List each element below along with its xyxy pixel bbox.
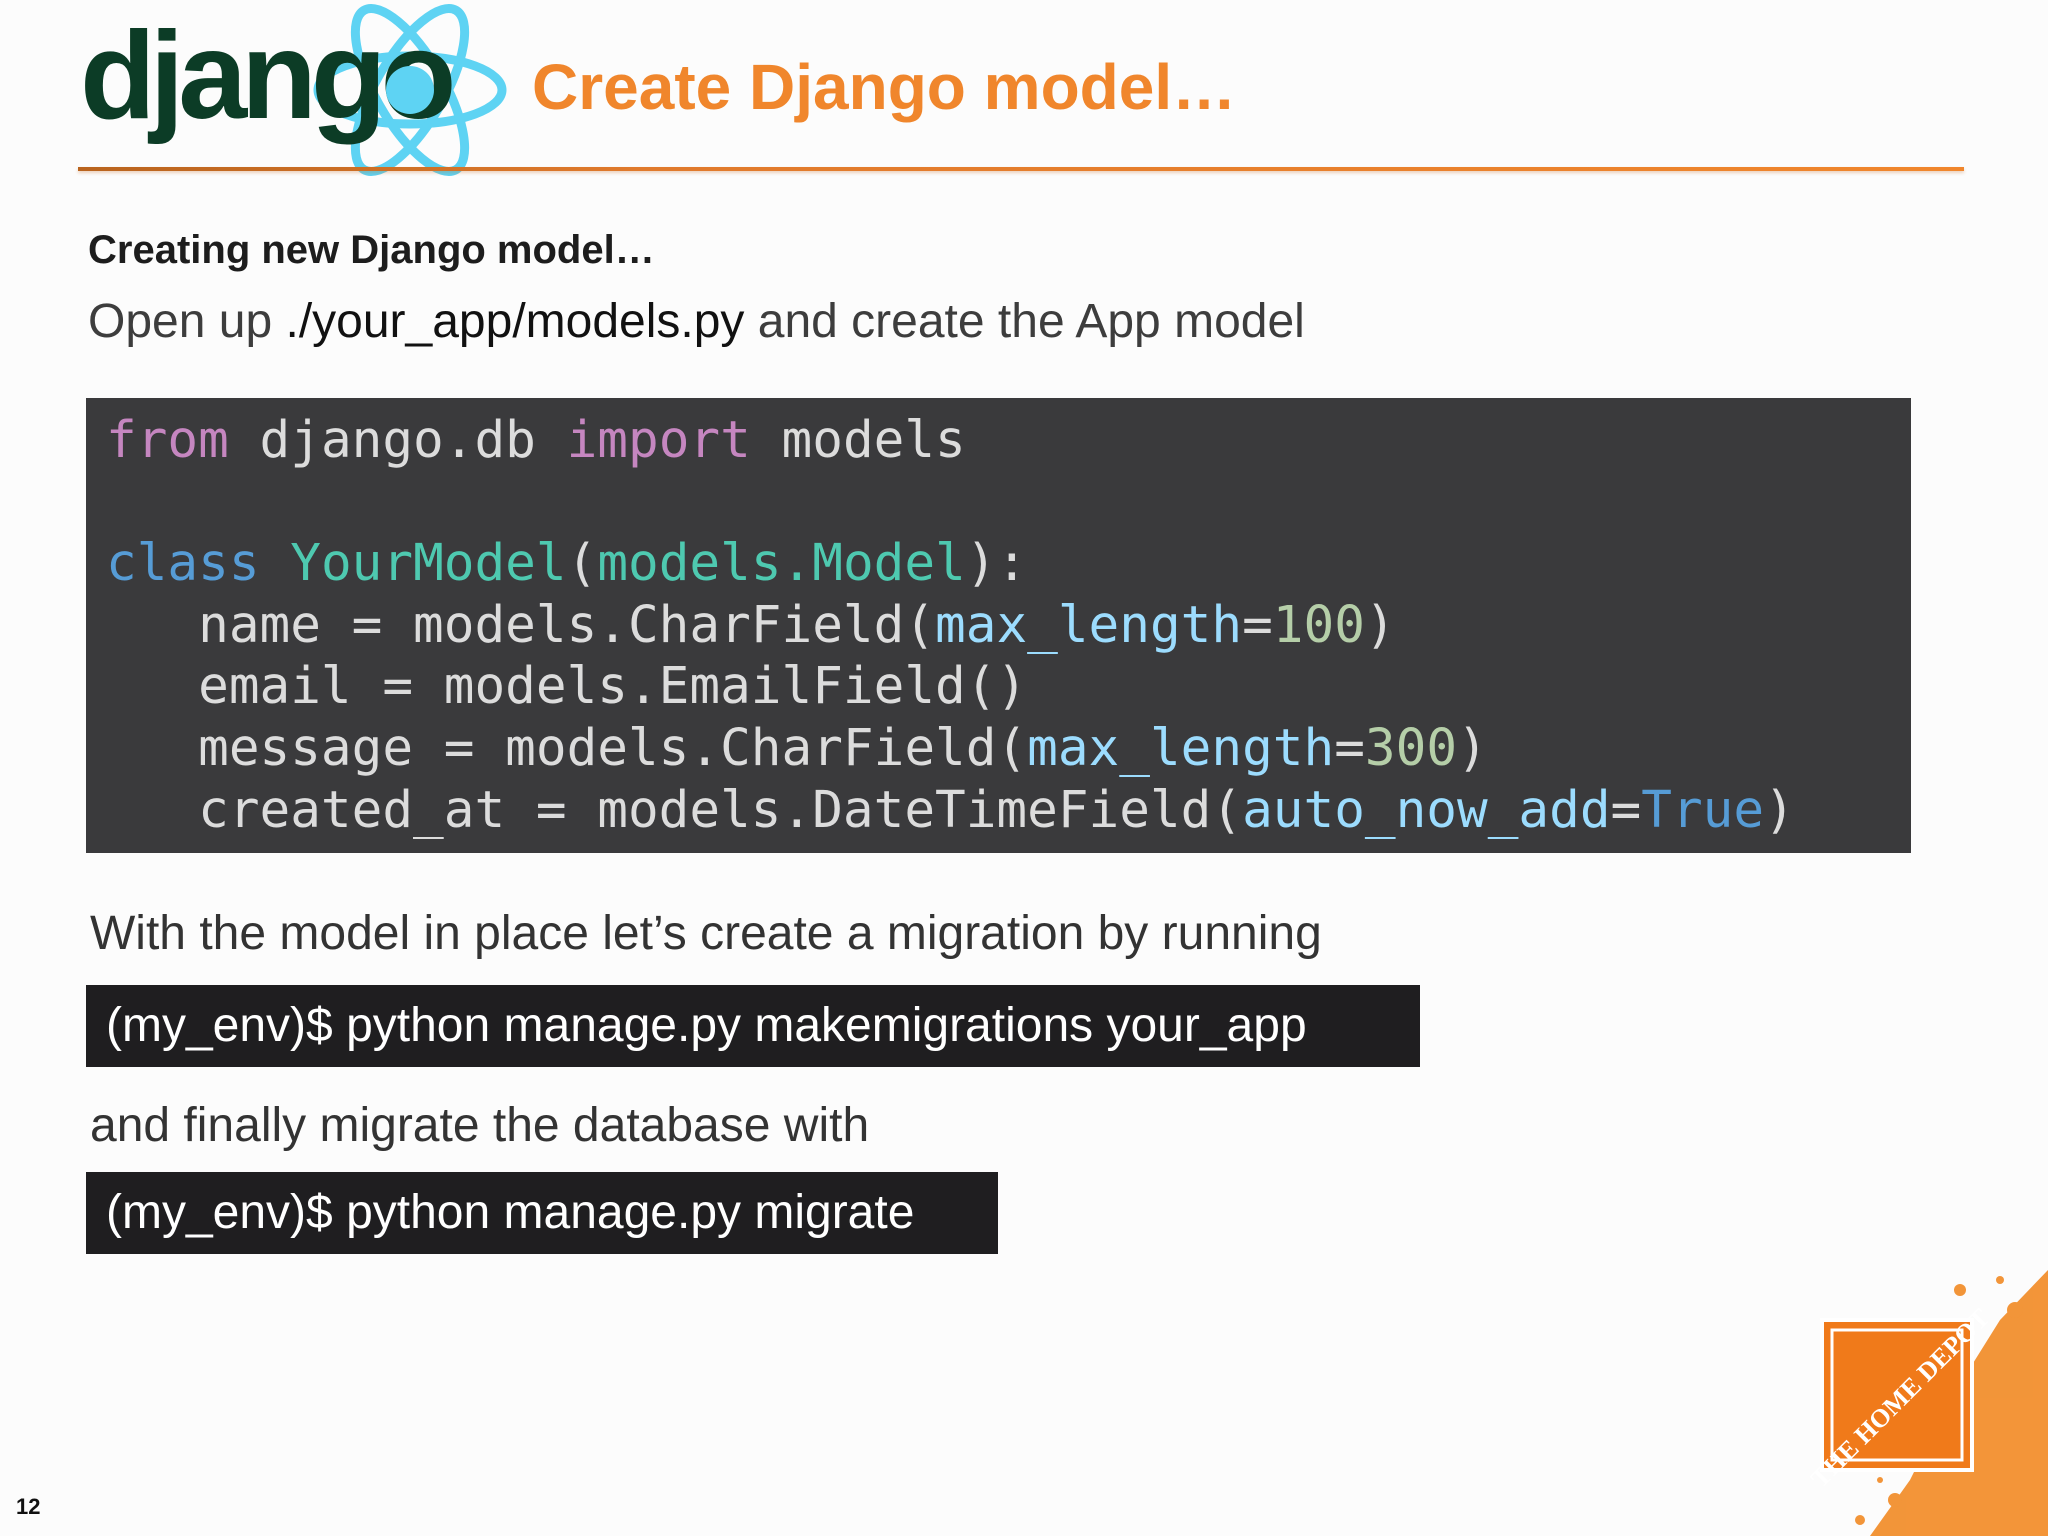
code-token: max_length: [935, 595, 1243, 655]
section-subheading: Creating new Django model…: [88, 228, 655, 272]
code-token: True: [1641, 780, 1765, 840]
models-file-path: ./your_app/models.py: [285, 295, 745, 348]
code-block: from django.db import models class YourM…: [86, 398, 1911, 853]
code-token: auto_now_add: [1242, 780, 1611, 840]
code-token: django.db: [228, 411, 567, 470]
code-token: =: [1610, 780, 1642, 840]
code-token: message = models.CharField(: [106, 718, 1028, 778]
code-token: import: [566, 411, 751, 470]
page-number: 12: [16, 1494, 41, 1519]
code-token: name = models.CharField(: [106, 595, 936, 655]
code-token: YourModel: [290, 534, 567, 594]
intro-prefix: Open up: [88, 295, 286, 348]
code-token: from: [106, 411, 229, 470]
code-token: email = models.EmailField(): [106, 657, 1028, 717]
home-depot-logo: THE HOME DEPOT: [1805, 1270, 2048, 1536]
code-token: ): [1764, 780, 1795, 840]
code-token: (: [566, 534, 598, 594]
makemigrations-command: (my_env)$ python manage.py makemigration…: [86, 985, 1420, 1067]
code-token: class: [106, 534, 260, 594]
code-line-email: email = models.EmailField(): [106, 656, 1911, 718]
code-token: =: [1242, 595, 1273, 655]
code-token: 300: [1364, 718, 1458, 778]
code-token: ):: [965, 534, 1028, 594]
code-token: created_at = models.DateTimeField(: [106, 780, 1243, 840]
code-line-message: message = models.CharField(max_length=30…: [106, 718, 1911, 780]
code-line-class: class YourModel(models.Model):: [106, 533, 1911, 595]
code-line-created-at: created_at = models.DateTimeField(auto_n…: [106, 780, 1911, 842]
slide-title: Create Django model…: [532, 51, 1237, 123]
code-token: 100: [1272, 595, 1365, 655]
django-react-logo: django: [80, 4, 507, 176]
migrate-command: (my_env)$ python manage.py migrate: [86, 1172, 998, 1254]
migration-text: With the model in place let’s create a m…: [90, 907, 1322, 960]
code-token: models.Model: [597, 534, 966, 594]
code-token: models: [750, 411, 966, 470]
react-atom-core: [386, 66, 434, 114]
code-token: max_length: [1027, 718, 1335, 778]
intro-text: Open up ./your_app/models.py and create …: [88, 294, 1305, 349]
code-token: ): [1364, 595, 1396, 655]
intro-suffix: and create the App model: [744, 295, 1305, 348]
migrate-text: and finally migrate the database with: [90, 1099, 870, 1152]
code-line-import: from django.db import models: [106, 410, 1911, 472]
code-token: =: [1334, 718, 1365, 778]
code-token: ): [1457, 718, 1488, 778]
code-line-name: name = models.CharField(max_length=100): [106, 595, 1911, 657]
title-divider: [78, 167, 1964, 171]
